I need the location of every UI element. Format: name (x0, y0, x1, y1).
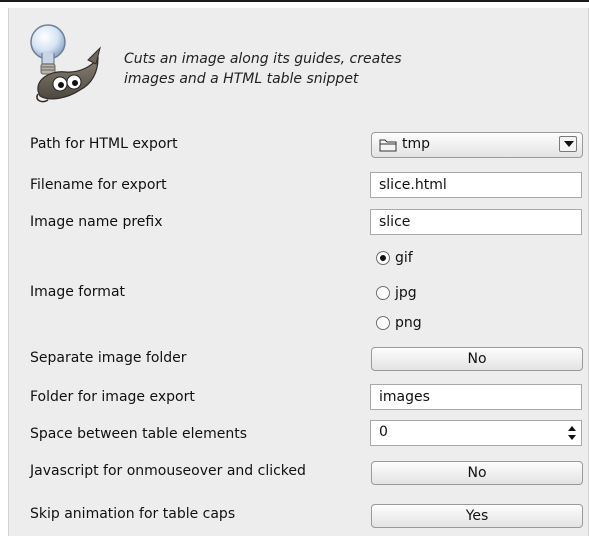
format-label: Image format (30, 284, 126, 300)
filename-label: Filename for export (30, 177, 167, 193)
folder-input[interactable]: images (370, 384, 582, 410)
description-line-2: images and a HTML table snippet (124, 71, 359, 87)
radio-button-selected[interactable] (376, 251, 390, 265)
prefix-label: Image name prefix (30, 214, 163, 230)
format-option-label: jpg (395, 285, 417, 301)
chevron-down-icon (564, 141, 574, 147)
format-option-label: png (395, 315, 422, 331)
radio-dot (380, 255, 386, 261)
combo-dropdown-button[interactable] (559, 136, 577, 152)
window-top-border (0, 0, 589, 2)
radio-button[interactable] (376, 286, 390, 300)
wilber-lightbulb-icon (30, 24, 101, 103)
prefix-input[interactable]: slice (370, 209, 582, 235)
skip-animation-label: Skip animation for table caps (30, 506, 236, 522)
radio-button[interactable] (376, 316, 390, 330)
skip-animation-toggle[interactable]: Yes (371, 504, 583, 528)
separate-folder-toggle[interactable]: No (371, 347, 583, 371)
dialog-description: Cuts an image along its guides, creates … (124, 49, 524, 89)
folder-icon (379, 139, 397, 152)
separate-folder-label: Separate image folder (30, 350, 187, 366)
space-spinbutton[interactable]: 0 (370, 420, 582, 446)
javascript-toggle[interactable]: No (371, 461, 583, 485)
description-line-1: Cuts an image along its guides, creates (124, 51, 402, 67)
folder-label: Folder for image export (30, 389, 195, 405)
path-value: tmp (402, 136, 431, 152)
spin-arrows-icon[interactable] (567, 425, 577, 441)
path-folder-combo[interactable]: tmp (371, 132, 583, 158)
space-value: 0 (379, 424, 388, 440)
format-option-label: gif (395, 250, 413, 266)
space-label: Space between table elements (30, 426, 248, 442)
path-label: Path for HTML export (30, 136, 178, 152)
javascript-label: Javascript for onmouseover and clicked (30, 463, 306, 479)
filename-input[interactable]: slice.html (370, 172, 582, 198)
